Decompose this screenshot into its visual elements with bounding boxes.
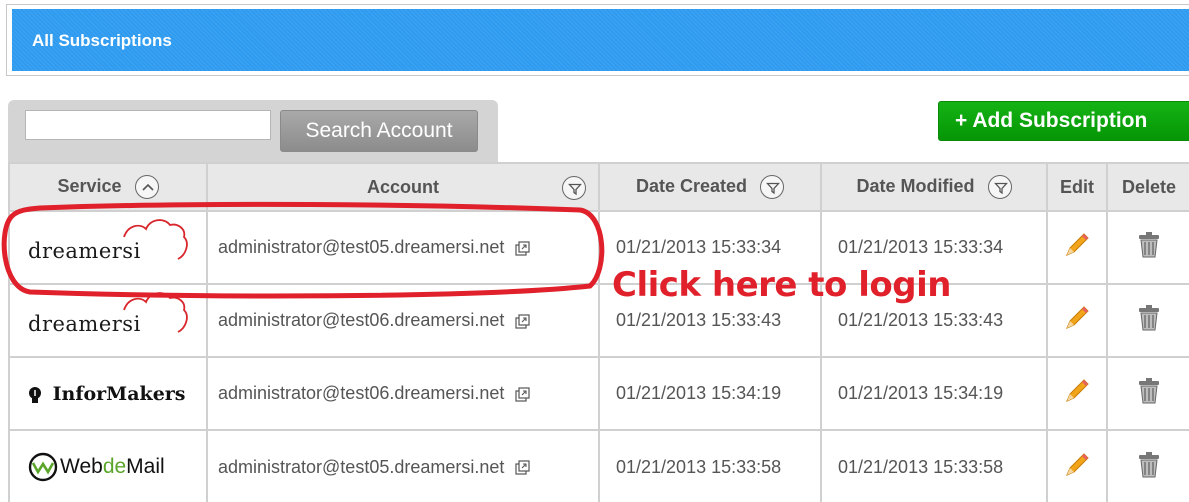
column-header-account[interactable]: Account (206, 162, 600, 212)
account-cell[interactable]: administrator@test06.dreamersi.net (206, 356, 600, 431)
add-subscription-button[interactable]: + Add Subscription (938, 101, 1189, 141)
date-created-cell: 01/21/2013 15:33:58 (598, 429, 822, 502)
sort-up-icon[interactable] (134, 175, 159, 199)
account-link[interactable]: administrator@test05.dreamersi.net (218, 457, 504, 477)
search-account-button[interactable]: Search Account (280, 110, 478, 152)
column-header-date-created[interactable]: Date Created (598, 162, 822, 212)
trash-icon[interactable] (1134, 303, 1164, 333)
pencil-icon[interactable] (1062, 230, 1092, 260)
service-cell[interactable]: InforMakers (8, 356, 208, 431)
date-modified-cell: 01/21/2013 15:33:58 (820, 429, 1048, 502)
column-header-delete: Delete (1106, 162, 1189, 212)
page-title: All Subscriptions (32, 31, 172, 50)
trash-icon[interactable] (1134, 376, 1164, 406)
edit-cell[interactable] (1046, 210, 1108, 285)
account-link[interactable]: administrator@test06.dreamersi.net (218, 383, 504, 403)
service-cell[interactable]: dreamersi (8, 210, 208, 285)
trash-icon[interactable] (1134, 230, 1164, 260)
webdemail-mark-icon (28, 452, 58, 482)
header-bar (12, 9, 1189, 71)
filter-icon[interactable] (760, 175, 785, 199)
external-link-icon[interactable] (515, 241, 531, 256)
edit-cell[interactable] (1046, 283, 1108, 358)
account-link[interactable]: administrator@test06.dreamersi.net (218, 310, 504, 330)
edit-cell[interactable] (1046, 429, 1108, 502)
cloud-icon (123, 291, 188, 333)
filter-icon[interactable] (562, 176, 586, 200)
cloud-icon (123, 218, 188, 260)
subscriptions-table: Service Account Date Created Date Modifi… (8, 162, 1189, 502)
delete-cell[interactable] (1106, 429, 1189, 502)
external-link-icon[interactable] (515, 460, 531, 475)
dreamersi-logo[interactable]: dreamersi (28, 218, 188, 263)
webdemail-logo[interactable]: WebdeMail (28, 452, 165, 482)
delete-cell[interactable] (1106, 356, 1189, 431)
column-header-service[interactable]: Service (8, 162, 208, 212)
column-header-edit: Edit (1046, 162, 1108, 212)
date-created-cell: 01/21/2013 15:34:19 (598, 356, 822, 431)
informakers-logo[interactable]: InforMakers (28, 383, 186, 405)
edit-cell[interactable] (1046, 356, 1108, 431)
service-cell[interactable]: WebdeMail (8, 429, 208, 502)
pencil-icon[interactable] (1062, 303, 1092, 333)
table-row: WebdeMail administrator@test05.dreamersi… (8, 429, 1189, 502)
dreamersi-logo[interactable]: dreamersi (28, 291, 188, 336)
trash-icon[interactable] (1134, 450, 1164, 480)
service-cell[interactable]: dreamersi (8, 283, 208, 358)
external-link-icon[interactable] (515, 314, 531, 329)
account-cell[interactable]: administrator@test05.dreamersi.net (206, 429, 600, 502)
table-header-row: Service Account Date Created Date Modifi… (8, 162, 1189, 212)
table-row: dreamersi administrator@test05.dreamersi… (8, 210, 1189, 285)
table-row: InforMakers administrator@test06.dreamer… (8, 356, 1189, 431)
delete-cell[interactable] (1106, 283, 1189, 358)
search-input[interactable] (25, 110, 271, 140)
lightbulb-icon (29, 386, 41, 403)
delete-cell[interactable] (1106, 210, 1189, 285)
filter-icon[interactable] (987, 175, 1012, 199)
table-row: dreamersi administrator@test06.dreamersi… (8, 283, 1189, 358)
pencil-icon[interactable] (1062, 376, 1092, 406)
annotation-text: Click here to login (612, 265, 951, 305)
column-header-date-modified[interactable]: Date Modified (820, 162, 1048, 212)
account-link[interactable]: administrator@test05.dreamersi.net (218, 237, 504, 257)
account-cell[interactable]: administrator@test06.dreamersi.net (206, 283, 600, 358)
account-cell[interactable]: administrator@test05.dreamersi.net (206, 210, 600, 285)
date-modified-cell: 01/21/2013 15:34:19 (820, 356, 1048, 431)
pencil-icon[interactable] (1062, 450, 1092, 480)
external-link-icon[interactable] (515, 387, 531, 402)
